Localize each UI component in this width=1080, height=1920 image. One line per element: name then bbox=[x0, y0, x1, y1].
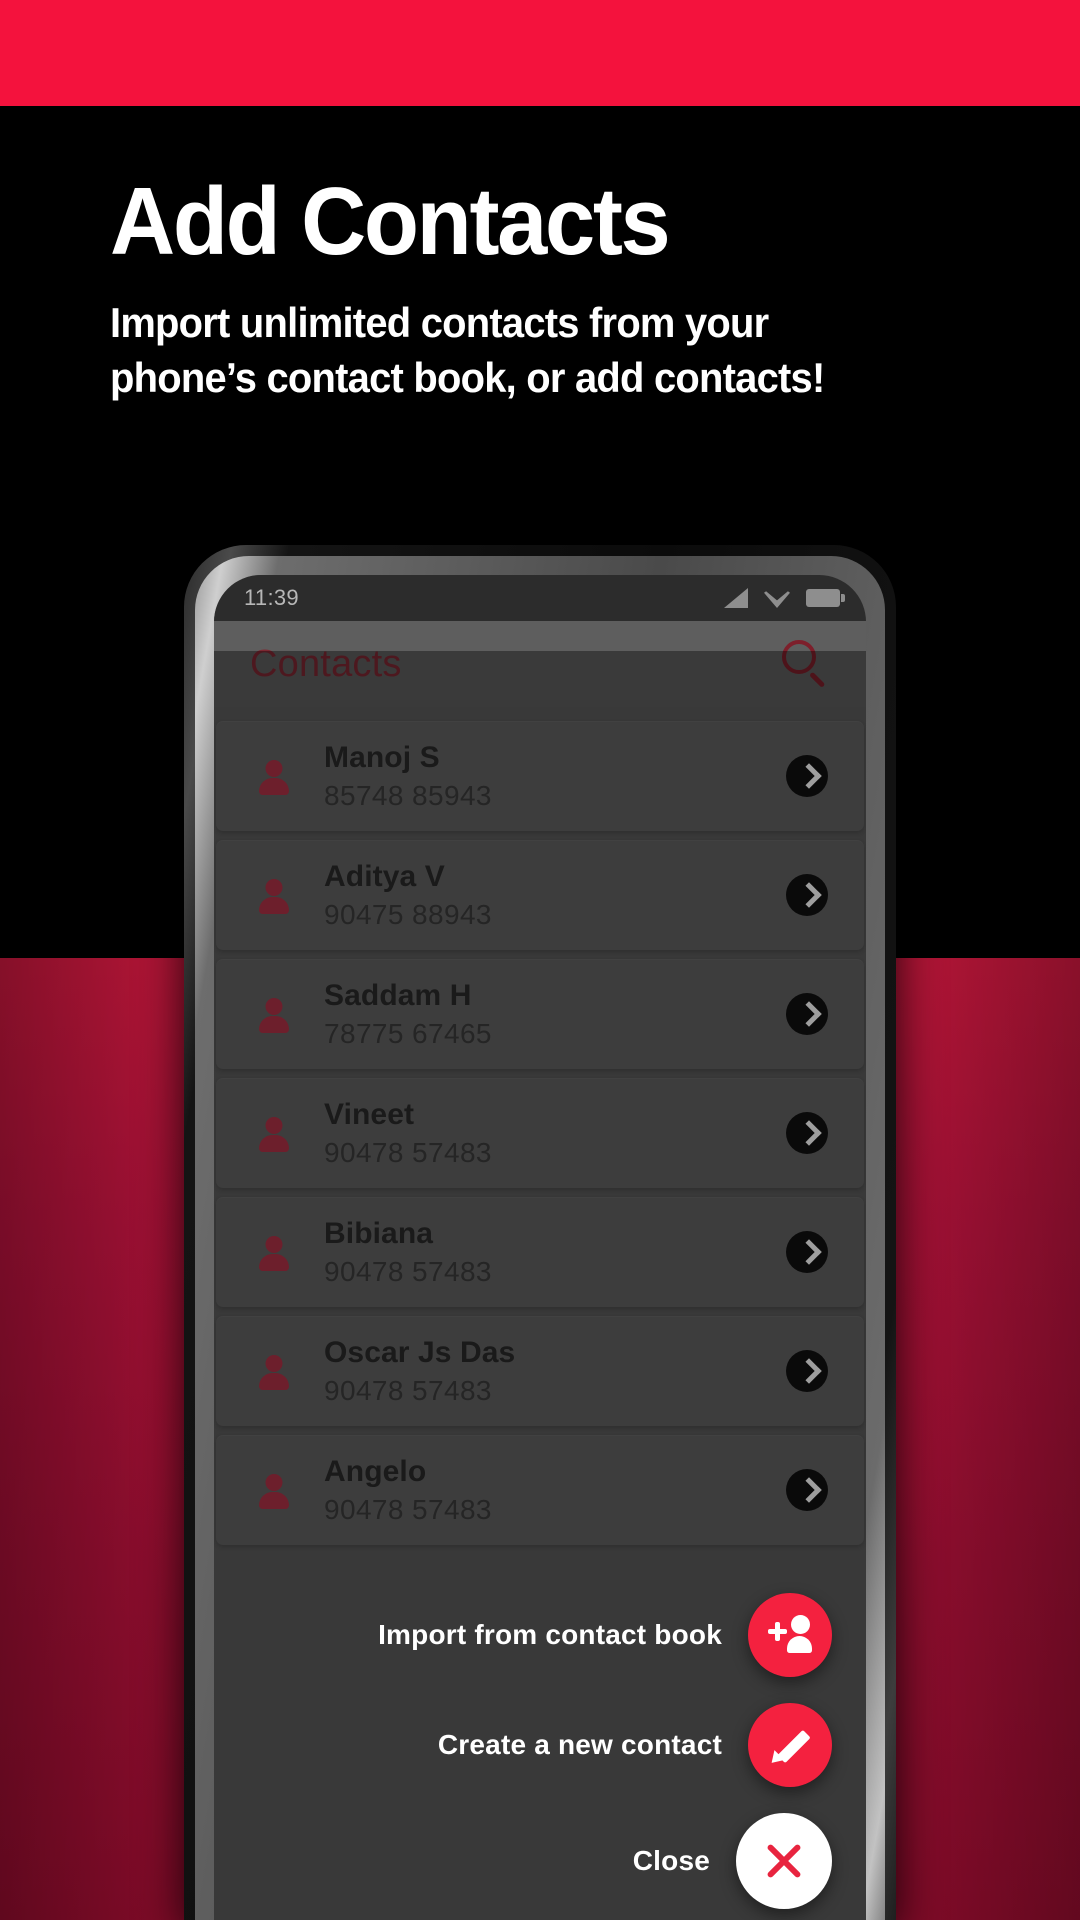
speed-dial-label: Create a new contact bbox=[437, 1729, 722, 1760]
contact-phone: 85748 85943 bbox=[324, 779, 492, 811]
list-item[interactable]: Bibiana 90478 57483 bbox=[216, 1197, 864, 1307]
contact-name: Bibiana bbox=[324, 1216, 434, 1250]
speed-dial-menu: Import from contact book Create a new co… bbox=[214, 1593, 866, 1920]
promo-subline-line2: phone’s contact book, or add contacts! bbox=[110, 353, 825, 401]
promo-headline: Add Contacts bbox=[110, 168, 671, 275]
page-title: Contacts bbox=[250, 642, 402, 685]
status-bar: 11:39 bbox=[214, 575, 866, 621]
import-from-contact-book-button[interactable] bbox=[748, 1593, 832, 1677]
contact-phone: 78775 67465 bbox=[324, 1017, 492, 1049]
speed-dial-label: Import from contact book bbox=[378, 1619, 722, 1650]
phone-bezel: 11:39 Contacts Manoj S 85748 85943 Adity… bbox=[195, 556, 885, 1920]
avatar bbox=[250, 1347, 298, 1395]
pencil-icon bbox=[766, 1724, 811, 1768]
signal-icon bbox=[724, 588, 748, 608]
avatar bbox=[250, 1466, 298, 1514]
contact-phone: 90475 88943 bbox=[324, 898, 492, 930]
list-item[interactable]: Vineet 90478 57483 bbox=[216, 1078, 864, 1188]
contact-phone: 90478 57483 bbox=[324, 1255, 492, 1287]
person-add-icon bbox=[768, 1615, 812, 1655]
status-bar-icons bbox=[724, 588, 845, 608]
speed-dial-item-import[interactable]: Import from contact book bbox=[378, 1593, 832, 1677]
contact-phone: 90478 57483 bbox=[324, 1493, 492, 1525]
avatar bbox=[250, 1109, 298, 1157]
app-bar: Contacts bbox=[214, 621, 866, 707]
promo-subline-line1: Import unlimited contacts from your bbox=[110, 299, 769, 346]
chevron-right-icon[interactable] bbox=[786, 1350, 828, 1392]
promo-screenshot: Add Contacts Import unlimited contacts f… bbox=[0, 0, 1080, 1920]
contact-phone: 90478 57483 bbox=[324, 1374, 492, 1406]
phone-mockup: 11:39 Contacts Manoj S 85748 85943 Adity… bbox=[184, 545, 896, 1920]
avatar bbox=[250, 990, 298, 1038]
wifi-icon bbox=[764, 591, 790, 608]
battery-icon bbox=[806, 589, 845, 607]
speed-dial-label: Close bbox=[632, 1845, 710, 1876]
phone-body: 11:39 Contacts Manoj S 85748 85943 Adity… bbox=[184, 545, 896, 1920]
speed-dial-item-create[interactable]: Create a new contact bbox=[438, 1703, 832, 1787]
avatar bbox=[250, 1228, 298, 1276]
contact-name: Saddam H bbox=[324, 978, 472, 1012]
contact-name: Vineet bbox=[324, 1097, 415, 1131]
avatar bbox=[250, 871, 298, 919]
list-item[interactable]: Manoj S 85748 85943 bbox=[216, 721, 864, 831]
contact-name: Oscar Js Das bbox=[324, 1335, 516, 1369]
close-button[interactable] bbox=[736, 1813, 832, 1909]
chevron-right-icon[interactable] bbox=[786, 993, 828, 1035]
search-icon[interactable] bbox=[778, 637, 832, 691]
chevron-right-icon[interactable] bbox=[786, 1231, 828, 1273]
avatar bbox=[250, 752, 298, 800]
close-icon bbox=[762, 1839, 806, 1883]
chevron-right-icon[interactable] bbox=[786, 1112, 828, 1154]
list-item[interactable]: Aditya V 90475 88943 bbox=[216, 840, 864, 950]
promo-copy: Add Contacts Import unlimited contacts f… bbox=[110, 174, 990, 405]
top-red-band bbox=[0, 0, 1080, 106]
create-new-contact-button[interactable] bbox=[748, 1703, 832, 1787]
list-item[interactable]: Saddam H 78775 67465 bbox=[216, 959, 864, 1069]
chevron-right-icon[interactable] bbox=[786, 1469, 828, 1511]
chevron-right-icon[interactable] bbox=[786, 874, 828, 916]
promo-subline: Import unlimited contacts from your phon… bbox=[110, 296, 946, 405]
chevron-right-icon[interactable] bbox=[786, 755, 828, 797]
status-bar-time: 11:39 bbox=[244, 585, 299, 610]
contact-phone: 90478 57483 bbox=[324, 1136, 492, 1168]
phone-screen: 11:39 Contacts Manoj S 85748 85943 Adity… bbox=[214, 575, 866, 1920]
list-item[interactable]: Angelo 90478 57483 bbox=[216, 1435, 864, 1545]
contact-name: Aditya V bbox=[324, 859, 445, 893]
list-item[interactable]: Oscar Js Das 90478 57483 bbox=[216, 1316, 864, 1426]
contact-name: Angelo bbox=[324, 1454, 427, 1488]
contact-name: Manoj S bbox=[324, 740, 440, 774]
speed-dial-item-close[interactable]: Close bbox=[633, 1813, 832, 1909]
